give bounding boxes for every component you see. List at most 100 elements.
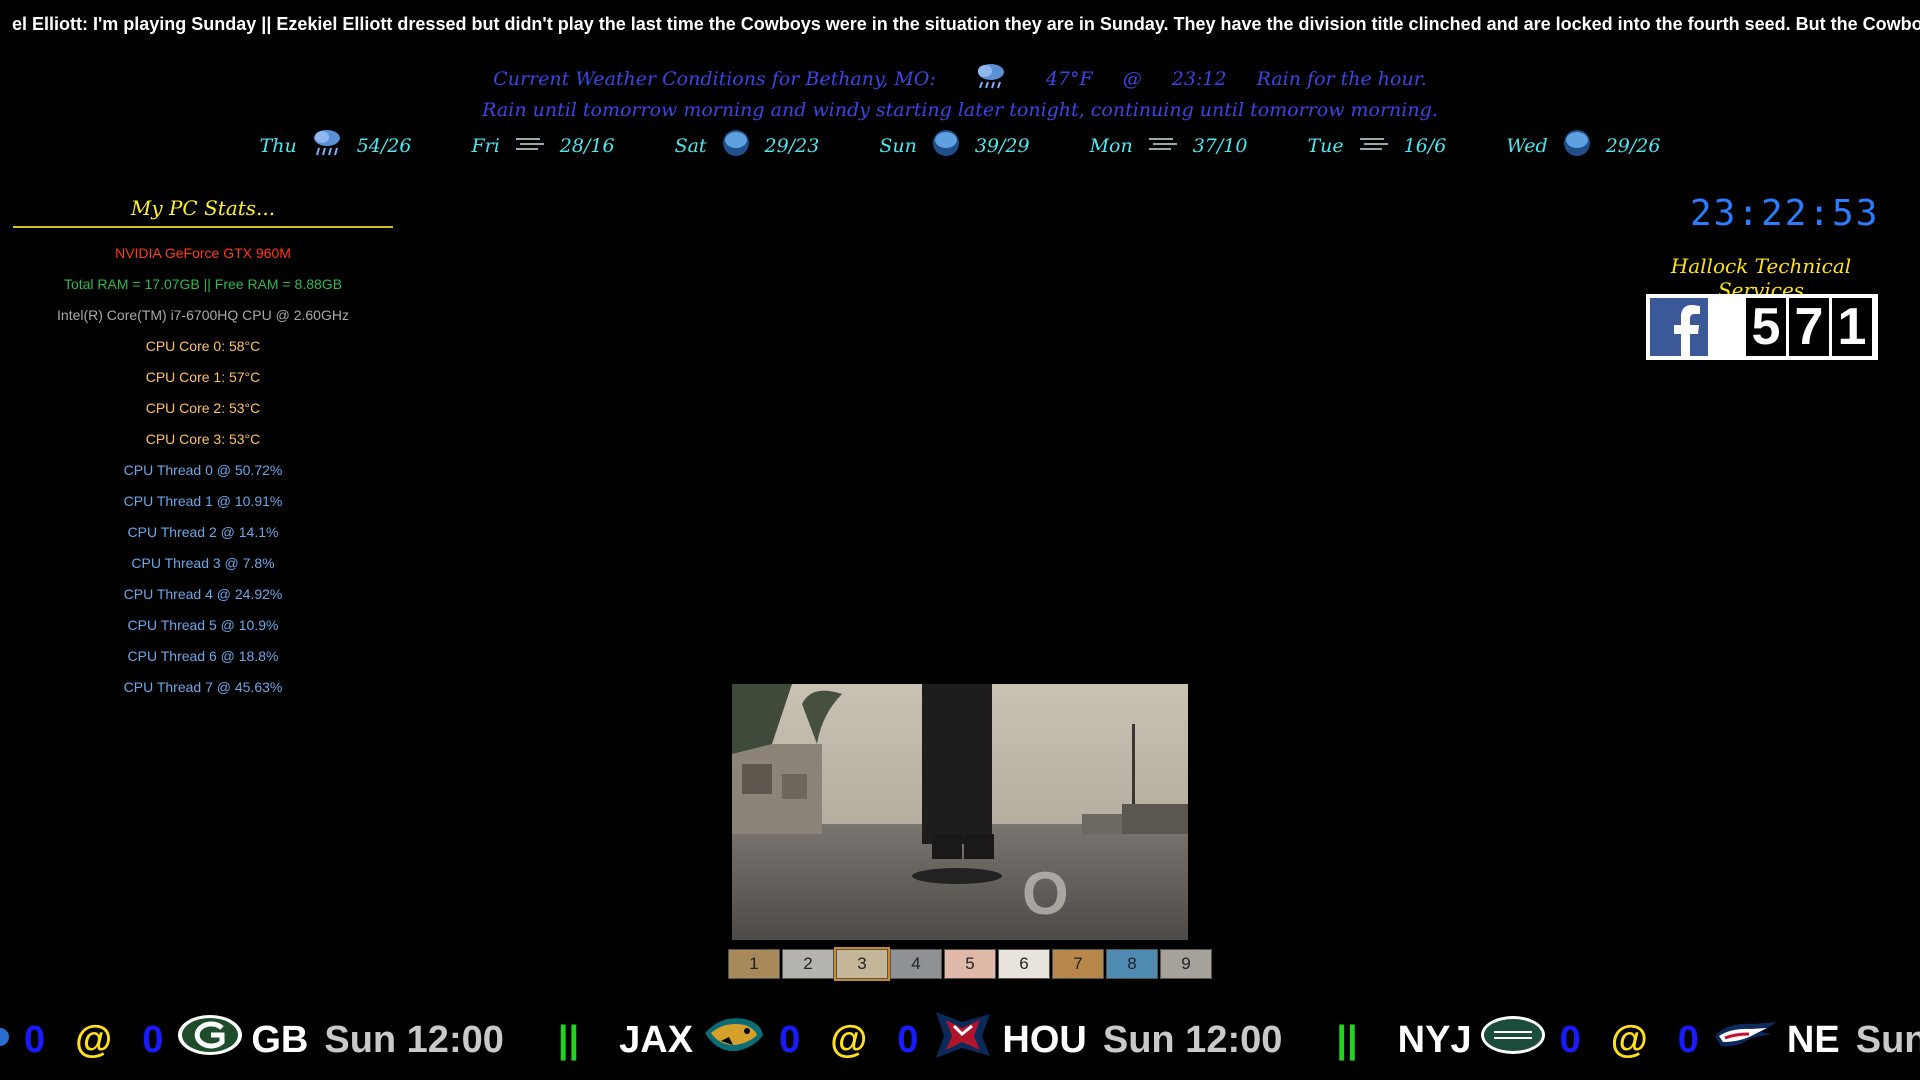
home-team: NE xyxy=(1786,1018,1840,1061)
away-score: 0 xyxy=(24,1018,46,1061)
current-weather: Current Weather Conditions for Bethany, … xyxy=(0,62,1920,95)
jets-logo xyxy=(1480,1015,1546,1065)
svg-text:O: O xyxy=(1022,860,1069,927)
ticker-text: el Elliott: I'm playing Sunday || Ezekie… xyxy=(12,14,1920,34)
away-score: 0 xyxy=(1559,1018,1581,1061)
forecast-day-name: Thu xyxy=(259,134,297,157)
game-separator: || xyxy=(557,1018,580,1061)
forecast-day: Tue 16/6 xyxy=(1307,128,1446,163)
packers-logo xyxy=(177,1014,243,1066)
like-count-digit: 5 xyxy=(1746,298,1786,356)
news-ticker: el Elliott: I'm playing Sunday || Ezekie… xyxy=(0,14,1920,35)
video-thumbnail[interactable]: 3 xyxy=(834,947,890,981)
like-count-digit: 1 xyxy=(1832,298,1872,356)
like-count-digit: 7 xyxy=(1789,298,1829,356)
video-thumbnail[interactable]: 6 xyxy=(998,949,1050,979)
forecast-day-name: Sat xyxy=(674,134,707,157)
cpu-core-temp: CPU Core 0: 58°C xyxy=(145,338,261,354)
nfl-scores-ticker: 0 @ 0 GB Sun 12:00 || JAX 0 @ 0 HOU Sun … xyxy=(0,1010,1920,1070)
home-score: 0 xyxy=(1677,1018,1699,1061)
cpu-core-temp: CPU Core 2: 53°C xyxy=(145,400,261,416)
ram-info: Total RAM = 17.07GB || Free RAM = 8.88GB xyxy=(63,276,343,292)
video-player[interactable]: O xyxy=(732,684,1188,940)
cloud-icon xyxy=(1562,128,1592,163)
forecast-day: Sun 39/29 xyxy=(879,128,1030,163)
cpu-thread-usage: CPU Thread 5 @ 10.9% xyxy=(127,617,279,633)
forecast-day-name: Sun xyxy=(879,134,917,157)
video-thumbnail[interactable]: 2 xyxy=(782,949,834,979)
game-separator: || xyxy=(1336,1018,1358,1061)
rain-cloud-icon xyxy=(974,62,1008,95)
video-thumbnail[interactable]: 1 xyxy=(728,949,780,979)
wind-icon xyxy=(1358,133,1390,158)
cpu-thread-usage: CPU Thread 0 @ 50.72% xyxy=(123,462,283,478)
video-thumbnail[interactable]: 8 xyxy=(1106,949,1158,979)
forecast-day: Thu 54/26 xyxy=(259,128,412,163)
jaguars-logo xyxy=(701,1013,765,1067)
like-count: 5 7 1 xyxy=(1746,298,1872,356)
wind-icon xyxy=(1147,133,1179,158)
away-score: 0 xyxy=(779,1018,801,1061)
forecast-temps: 28/16 xyxy=(559,134,615,157)
cpu-thread-usage: CPU Thread 7 @ 45.63% xyxy=(123,679,283,695)
texans-logo xyxy=(932,1010,994,1070)
weather-at: @ xyxy=(1122,67,1142,90)
forecast-day: Sat 29/23 xyxy=(674,128,820,163)
game-time: Sun 12:00 xyxy=(1855,1018,1920,1061)
home-score: 0 xyxy=(142,1018,164,1061)
digital-clock: 23:22:53 xyxy=(1690,193,1880,234)
at-symbol: @ xyxy=(1610,1018,1648,1061)
game-time: Sun 12:00 xyxy=(1102,1018,1283,1061)
forecast-day: Mon 37/10 xyxy=(1090,128,1248,163)
stats-title: My PC Stats... xyxy=(13,196,393,228)
cpu-core-temp: CPU Core 3: 53°C xyxy=(145,431,261,447)
weather-temp: 47°F xyxy=(1045,67,1093,90)
video-thumbnail-strip: 1 2 3 4 5 6 7 8 9 xyxy=(728,947,1212,981)
facebook-icon xyxy=(1650,298,1708,356)
game-time: Sun 12:00 xyxy=(324,1018,504,1061)
home-score: 0 xyxy=(897,1018,919,1061)
forecast-day-name: Tue xyxy=(1307,134,1344,157)
video-thumbnail[interactable]: 9 xyxy=(1160,949,1212,979)
pc-stats-panel: My PC Stats... NVIDIA GeForce GTX 960M T… xyxy=(13,196,393,703)
forecast-day-name: Mon xyxy=(1089,134,1133,157)
weather-time: 23:12 xyxy=(1171,67,1227,90)
at-symbol: @ xyxy=(830,1018,868,1061)
cpu-thread-usage: CPU Thread 3 @ 7.8% xyxy=(131,555,275,571)
forecast-temps: 29/23 xyxy=(764,134,820,157)
home-team: HOU xyxy=(1002,1018,1087,1061)
away-team: JAX xyxy=(619,1018,694,1061)
cpu-core-temp: CPU Core 1: 57°C xyxy=(145,369,261,385)
forecast-day: Fri 28/16 xyxy=(471,128,614,163)
facebook-counter[interactable]: 5 7 1 xyxy=(1646,294,1878,360)
gpu-name: NVIDIA GeForce GTX 960M xyxy=(115,245,291,261)
forecast-strip: Thu 54/26 Fri 28/16 Sat 29/23 Sun 39/29 … xyxy=(0,128,1920,163)
team-logo-partial xyxy=(0,1019,10,1062)
forecast-temps: 29/26 xyxy=(1605,134,1661,157)
video-thumbnail[interactable]: 4 xyxy=(890,949,942,979)
at-symbol: @ xyxy=(75,1018,113,1061)
cpu-name: Intel(R) Core(TM) i7-6700HQ CPU @ 2.60GH… xyxy=(57,307,349,323)
weather-label: Current Weather Conditions for Bethany, … xyxy=(493,67,936,90)
forecast-day-name: Wed xyxy=(1506,134,1548,157)
forecast-temps: 37/10 xyxy=(1192,134,1248,157)
video-thumbnail[interactable]: 7 xyxy=(1052,949,1104,979)
cpu-thread-usage: CPU Thread 4 @ 24.92% xyxy=(123,586,283,602)
home-team: GB xyxy=(251,1018,309,1061)
away-team: NYJ xyxy=(1397,1018,1472,1061)
forecast-day: Wed 29/26 xyxy=(1506,128,1660,163)
cpu-thread-usage: CPU Thread 1 @ 10.91% xyxy=(123,493,283,509)
forecast-day-name: Fri xyxy=(471,134,500,157)
weather-outlook: Rain until tomorrow morning and windy st… xyxy=(482,99,1438,121)
cloud-icon xyxy=(721,128,751,163)
wind-icon xyxy=(514,133,546,158)
cpu-thread-usage: CPU Thread 2 @ 14.1% xyxy=(127,524,279,540)
forecast-temps: 39/29 xyxy=(974,134,1030,157)
weather-summary: Rain for the hour. xyxy=(1256,67,1427,90)
patriots-logo xyxy=(1713,1018,1779,1062)
video-thumbnail[interactable]: 5 xyxy=(944,949,996,979)
forecast-temps: 54/26 xyxy=(356,134,412,157)
cloud-icon xyxy=(931,128,961,163)
forecast-temps: 16/6 xyxy=(1403,134,1447,157)
rain-cloud-icon xyxy=(311,128,343,163)
